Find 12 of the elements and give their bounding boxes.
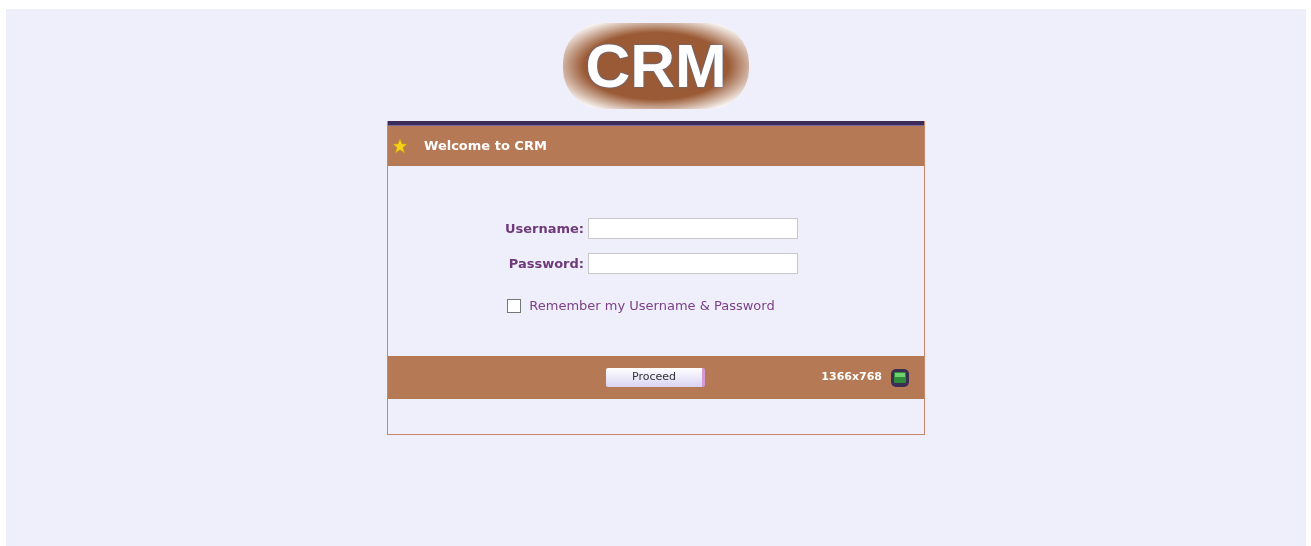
panel-title: Welcome to CRM xyxy=(424,137,547,156)
input-field[interactable] xyxy=(588,253,798,274)
field-label: Username: xyxy=(503,219,584,238)
checkbox[interactable] xyxy=(507,298,522,313)
remember-label: Remember my Username & Password xyxy=(529,297,775,315)
proceed-button[interactable]: Proceed xyxy=(606,368,705,387)
monitor-icon xyxy=(890,367,910,388)
resolution-label: 1366x768 xyxy=(821,369,882,386)
star-icon xyxy=(392,138,408,154)
logo: CRM xyxy=(563,23,749,109)
input-field[interactable] xyxy=(588,218,798,239)
field-label: Password: xyxy=(507,254,584,273)
